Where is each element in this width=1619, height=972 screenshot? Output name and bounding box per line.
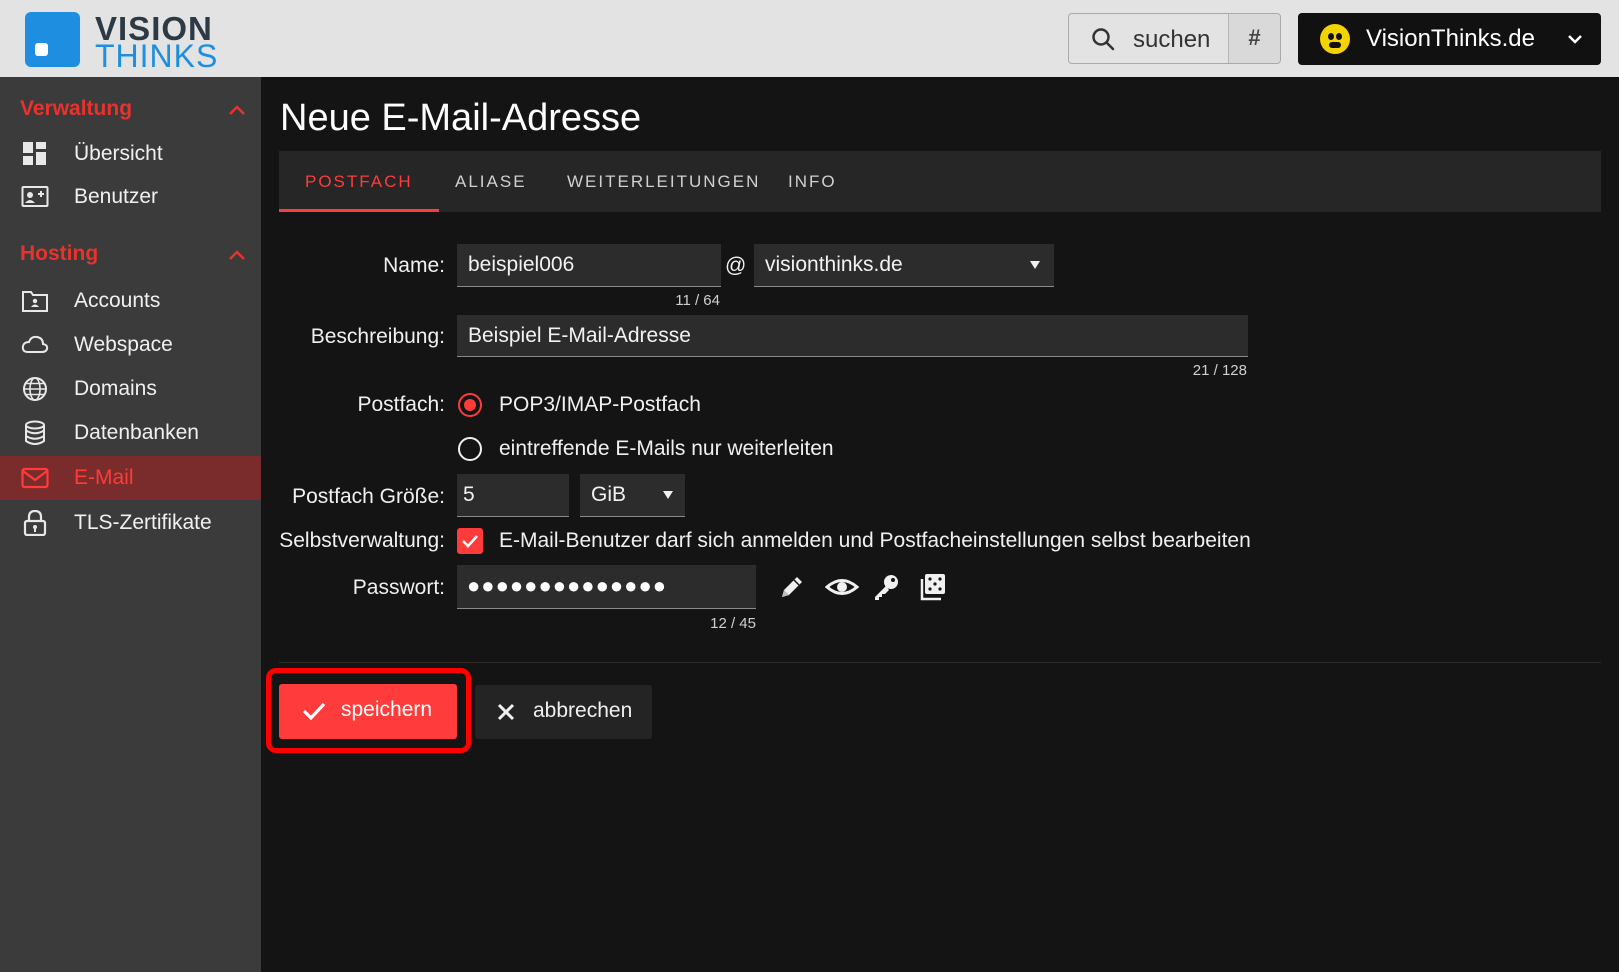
- globe-icon: [23, 377, 47, 401]
- sidebar-item-label: Accounts: [74, 289, 161, 312]
- tab-weiterleitungen[interactable]: WEITERLEITUNGEN: [541, 151, 786, 212]
- mailbox-type-forward-label[interactable]: eintreffende E-Mails nur weiterleiten: [499, 437, 834, 461]
- chevron-down-icon: [1568, 35, 1582, 44]
- close-icon: [497, 703, 515, 721]
- checkmark-icon: [462, 535, 478, 548]
- mailbox-size-input[interactable]: 5: [457, 474, 569, 517]
- sidebar: Verwaltung Übersicht Benutzer Hosting Ac…: [0, 77, 261, 972]
- description-char-counter: 21 / 128: [1192, 362, 1247, 379]
- account-menu-button[interactable]: VisionThinks.de: [1298, 13, 1601, 65]
- sidebar-item-label: Übersicht: [74, 142, 163, 165]
- user-card-icon: [21, 186, 49, 207]
- sidebar-item-label: Datenbanken: [74, 421, 199, 444]
- save-button[interactable]: speichern: [279, 684, 457, 739]
- description-label: Beschreibung:: [310, 325, 445, 348]
- mailbox-size-label: Postfach Größe:: [292, 485, 445, 508]
- sidebar-item-webspace[interactable]: Webspace: [0, 323, 261, 367]
- mailbox-type-pop3-label[interactable]: POP3/IMAP-Postfach: [499, 393, 701, 417]
- dropdown-arrow-icon: [1030, 261, 1040, 269]
- domain-select[interactable]: visionthinks.de: [754, 244, 1054, 287]
- sidebar-item-benutzer[interactable]: Benutzer: [0, 175, 261, 219]
- sidebar-item-uebersicht[interactable]: Übersicht: [0, 132, 261, 176]
- sidebar-section-hosting[interactable]: Hosting: [20, 242, 250, 272]
- chevron-up-icon: [229, 105, 245, 115]
- name-value: beispiel006: [468, 253, 575, 276]
- logo-mark: [25, 12, 80, 67]
- sidebar-section-verwaltung[interactable]: Verwaltung: [20, 97, 250, 127]
- password-label: Passwort:: [352, 576, 445, 599]
- mailbox-size-unit-value: GiB: [591, 483, 627, 506]
- save-button-label: speichern: [341, 698, 433, 721]
- search-label: suchen: [1133, 26, 1211, 53]
- name-label: Name:: [383, 254, 445, 277]
- database-icon: [25, 420, 45, 445]
- eye-icon[interactable]: [825, 572, 859, 602]
- smiley-icon: [1320, 24, 1350, 54]
- tab-aliase[interactable]: ALIASE: [429, 151, 553, 212]
- dropdown-arrow-icon: [663, 491, 673, 499]
- account-name: VisionThinks.de: [1366, 25, 1535, 52]
- name-char-counter: 11 / 64: [675, 292, 720, 309]
- mailbox-label: Postfach:: [357, 393, 445, 416]
- folder-user-icon: [22, 291, 48, 312]
- description-value: Beispiel E-Mail-Adresse: [468, 324, 691, 347]
- chevron-up-icon: [229, 250, 245, 260]
- at-sign: @: [725, 254, 747, 277]
- sidebar-item-label: E-Mail: [74, 466, 134, 489]
- page-title: Neue E-Mail-Adresse: [280, 97, 642, 139]
- sidebar-item-label: Webspace: [74, 333, 173, 356]
- dashboard-icon: [23, 142, 46, 165]
- sidebar-item-label: Benutzer: [74, 185, 159, 208]
- self-management-text[interactable]: E-Mail-Benutzer darf sich anmelden und P…: [499, 529, 1251, 553]
- search-shortcut-key: #: [1228, 14, 1280, 63]
- search-button[interactable]: suchen #: [1068, 13, 1281, 64]
- sidebar-item-email[interactable]: E-Mail: [0, 456, 261, 500]
- sidebar-item-label: TLS-Zertifikate: [74, 511, 212, 534]
- logo[interactable]: VISION THINKS: [25, 12, 255, 74]
- sidebar-item-accounts[interactable]: Accounts: [0, 279, 261, 323]
- tab-info[interactable]: INFO: [762, 151, 863, 212]
- sidebar-item-label: Domains: [74, 377, 157, 400]
- sidebar-section-title: Verwaltung: [20, 97, 133, 120]
- search-icon: [1092, 28, 1115, 51]
- name-input[interactable]: beispiel006: [457, 244, 721, 287]
- mailbox-size-unit-select[interactable]: GiB: [580, 474, 685, 517]
- password-input[interactable]: ●●●●●●●●●●●●●●: [457, 565, 756, 609]
- cancel-button-label: abbrechen: [533, 699, 633, 722]
- mailbox-size-value: 5: [463, 483, 475, 506]
- domain-value: visionthinks.de: [765, 253, 903, 276]
- sidebar-section-title: Hosting: [20, 242, 99, 265]
- form-divider: [279, 662, 1601, 663]
- self-management-checkbox[interactable]: [457, 528, 483, 554]
- checkmark-icon: [302, 702, 326, 721]
- mail-icon: [21, 467, 49, 489]
- logo-text-thinks: THINKS: [95, 38, 219, 74]
- key-icon[interactable]: [871, 572, 901, 602]
- cancel-button[interactable]: abbrechen: [475, 685, 652, 739]
- tab-postfach[interactable]: POSTFACH: [279, 151, 439, 212]
- top-bar: VISION THINKS suchen # VisionThinks.de: [0, 0, 1619, 77]
- self-management-label: Selbstverwaltung:: [279, 529, 445, 552]
- dice-generate-icon[interactable]: [917, 572, 947, 602]
- sidebar-item-tls-zertifikate[interactable]: TLS-Zertifikate: [0, 501, 261, 545]
- mailbox-type-forward-radio[interactable]: [458, 437, 482, 461]
- password-mask: ●●●●●●●●●●●●●●: [467, 573, 668, 598]
- sidebar-item-domains[interactable]: Domains: [0, 367, 261, 411]
- pencil-icon[interactable]: [777, 572, 807, 602]
- password-char-counter: 12 / 45: [710, 615, 756, 632]
- sidebar-item-datenbanken[interactable]: Datenbanken: [0, 411, 261, 455]
- tab-bar: POSTFACH ALIASE WEITERLEITUNGEN INFO: [279, 151, 1601, 212]
- mailbox-type-pop3-radio[interactable]: [458, 393, 482, 417]
- description-input[interactable]: Beispiel E-Mail-Adresse: [457, 315, 1248, 357]
- lock-icon: [23, 510, 47, 536]
- cloud-icon: [21, 335, 49, 353]
